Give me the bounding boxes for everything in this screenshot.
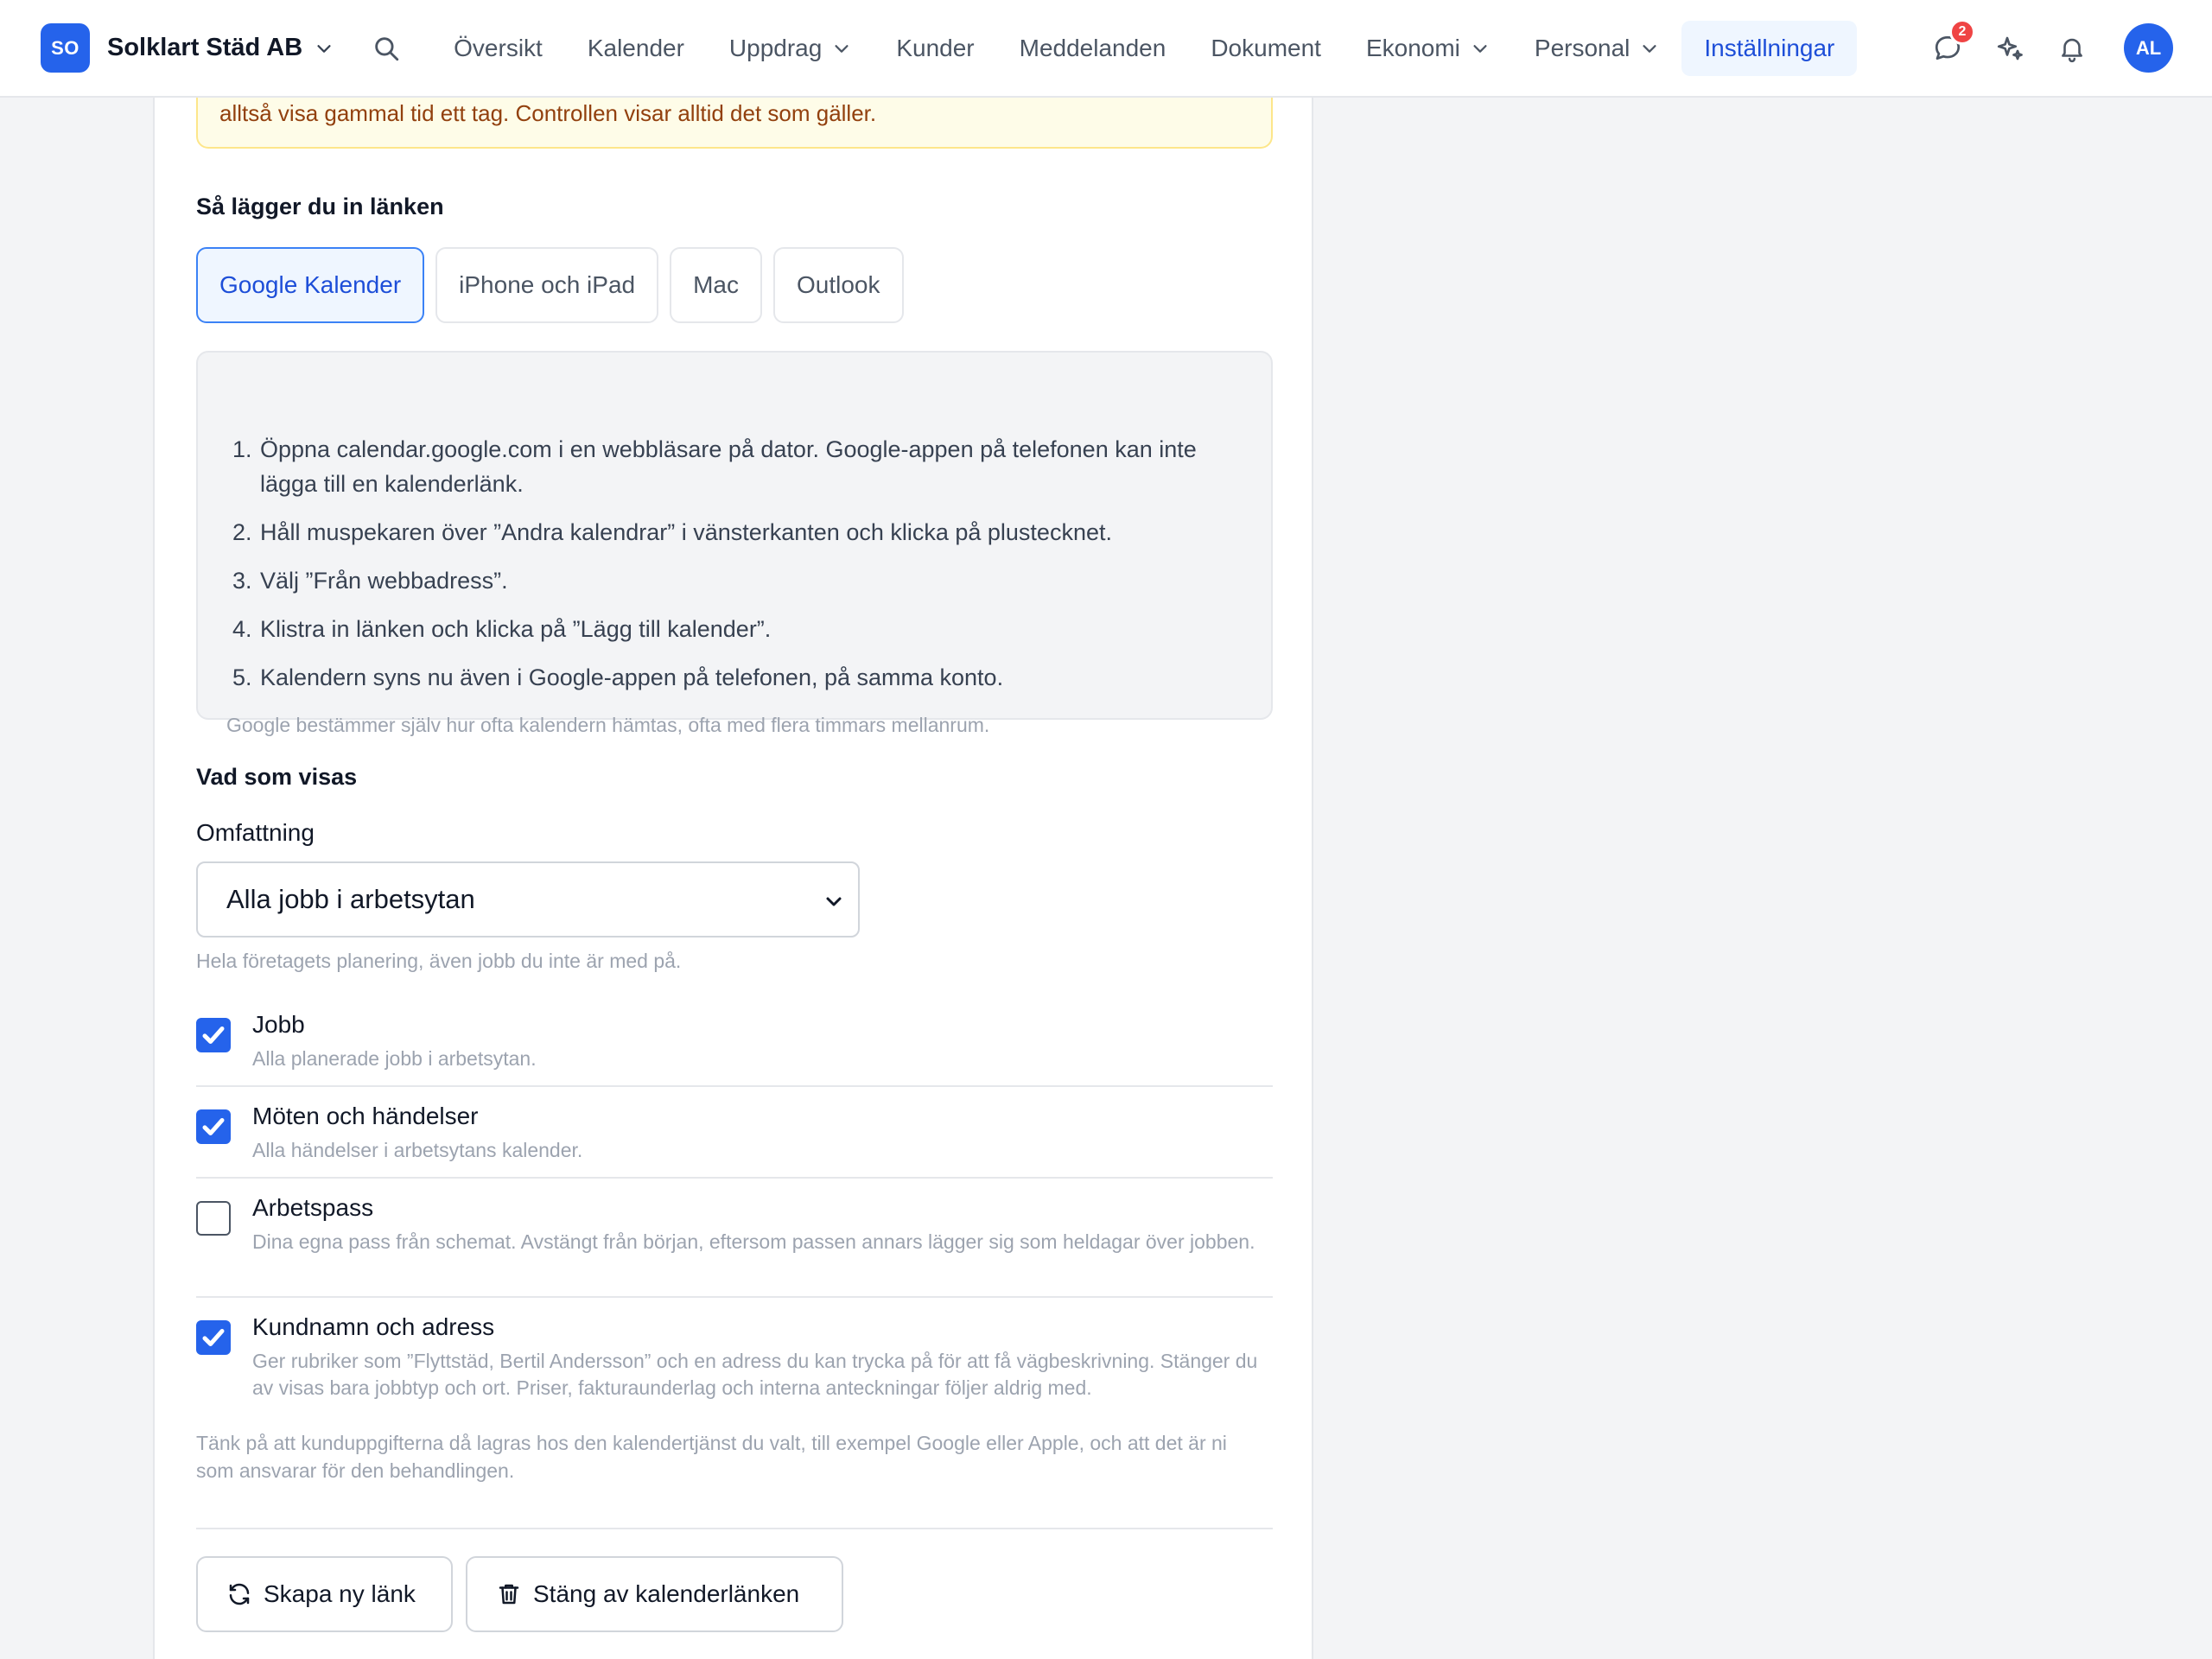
display-section-title: Vad som visas (196, 764, 358, 790)
calendar-link-settings-card: alltså visa gammal tid ett tag. Controll… (153, 52, 1313, 1659)
org-logo[interactable]: SO (41, 23, 90, 73)
instruction-step: 1. Öppna calendar.google.com i en webbläs… (232, 436, 1197, 497)
option-description: Ger rubriker som ”Flyttstäd, Bertil Ande… (252, 1350, 1258, 1399)
nav-item-meddelanden[interactable]: Meddelanden (997, 21, 1189, 76)
notification-badge: 2 (1949, 18, 1975, 45)
top-navigation-bar: SO Solklart Städ AB Översikt Kalender Up… (0, 0, 2212, 98)
tab-iphone-ipad[interactable]: iPhone och iPad (435, 247, 659, 323)
scope-select[interactable]: Alla jobb i arbetsytan (196, 861, 860, 938)
checkmark-icon (202, 1027, 225, 1044)
nav-item-oversikt[interactable]: Översikt (431, 21, 565, 76)
chevron-down-icon (1473, 44, 1487, 53)
chevron-down-icon (835, 44, 849, 53)
chevron-down-icon (1643, 44, 1656, 53)
nav-item-ekonomi[interactable]: Ekonomi (1344, 21, 1512, 76)
instructions-panel: 1. Öppna calendar.google.com i en webbläs… (196, 351, 1273, 736)
checkbox-moten-och-handelser[interactable] (196, 1109, 231, 1144)
nav-item-uppdrag[interactable]: Uppdrag (707, 21, 874, 76)
checkbox-kundnamn-och-adress[interactable] (196, 1320, 231, 1355)
setup-section-title: Så lägger du in länken (196, 194, 444, 219)
nav-item-kalender[interactable]: Kalender (565, 21, 707, 76)
instructions-note: Google bestämmer själv hur ofta kalender… (226, 714, 990, 736)
chevron-down-icon[interactable] (315, 39, 334, 58)
instruction-step: 5. Kalendern syns nu även i Google-appen … (232, 664, 1004, 690)
option-description: Dina egna pass från schemat. Avstängt fr… (252, 1230, 1255, 1253)
header-actions: 2 AL (1903, 18, 2173, 73)
scope-label: Omfattning (196, 819, 315, 846)
divider (196, 1296, 1273, 1298)
chevron-down-icon (826, 897, 842, 906)
ai-assistant-button[interactable] (1993, 31, 2027, 66)
divider (196, 1085, 1273, 1087)
instruction-step: 2. Håll muspekaren över ”Andra kalendrar”… (232, 519, 1112, 545)
warning-text: alltså visa gammal tid ett tag. Controll… (219, 100, 877, 126)
create-new-link-button[interactable]: Skapa ny länk (196, 1556, 453, 1632)
checkmark-icon (202, 1118, 225, 1135)
nav-item-personal[interactable]: Personal (1512, 21, 1682, 76)
tab-mac[interactable]: Mac (670, 247, 762, 323)
trash-icon (499, 1584, 519, 1605)
nav-item-dokument[interactable]: Dokument (1188, 21, 1344, 76)
option-title: Jobb (252, 1011, 305, 1038)
platform-tabs: Google Kalender iPhone och iPad Mac Outl… (196, 247, 915, 323)
tab-google-kalender[interactable]: Google Kalender (196, 247, 425, 323)
user-avatar[interactable]: AL (2124, 23, 2173, 73)
checkbox-arbetspass[interactable] (196, 1201, 231, 1236)
instruction-step: 3. Välj ”Från webbadress”. (232, 568, 508, 594)
divider (196, 1528, 1273, 1529)
option-title: Möten och händelser (252, 1103, 479, 1129)
scope-select-value: Alla jobb i arbetsytan (226, 884, 475, 914)
sparkles-icon (1997, 36, 2023, 60)
bell-icon (2062, 38, 2082, 62)
option-title: Kundnamn och adress (252, 1313, 495, 1340)
option-title: Arbetspass (252, 1194, 374, 1221)
privacy-note: Tänk på att kunduppgifterna då lagras ho… (196, 1432, 1227, 1482)
main-nav: Översikt Kalender Uppdrag Kunder Meddela… (431, 0, 1858, 96)
option-description: Alla planerade jobb i arbetsytan. (252, 1047, 537, 1070)
notifications-button[interactable] (2055, 31, 2089, 66)
messages-button[interactable]: 2 (1930, 18, 1975, 66)
checkbox-jobb[interactable] (196, 1018, 231, 1052)
option-description: Alla händelser i arbetsytans kalender. (252, 1139, 583, 1161)
scope-help-text: Hela företagets planering, även jobb du … (196, 950, 682, 972)
org-name[interactable]: Solklart Städ AB (107, 34, 302, 62)
search-icon[interactable] (372, 34, 401, 63)
nav-item-kunder[interactable]: Kunder (874, 21, 996, 76)
disable-calendar-link-button[interactable]: Stäng av kalenderlänken (466, 1556, 843, 1632)
instruction-step: 4. Klistra in länken och klicka på ”Lägg … (232, 616, 772, 642)
tab-outlook[interactable]: Outlook (773, 247, 904, 323)
divider (196, 1177, 1273, 1179)
refresh-icon (229, 1583, 250, 1605)
nav-item-installningar[interactable]: Inställningar (1681, 20, 1858, 76)
checkmark-icon (202, 1329, 225, 1346)
